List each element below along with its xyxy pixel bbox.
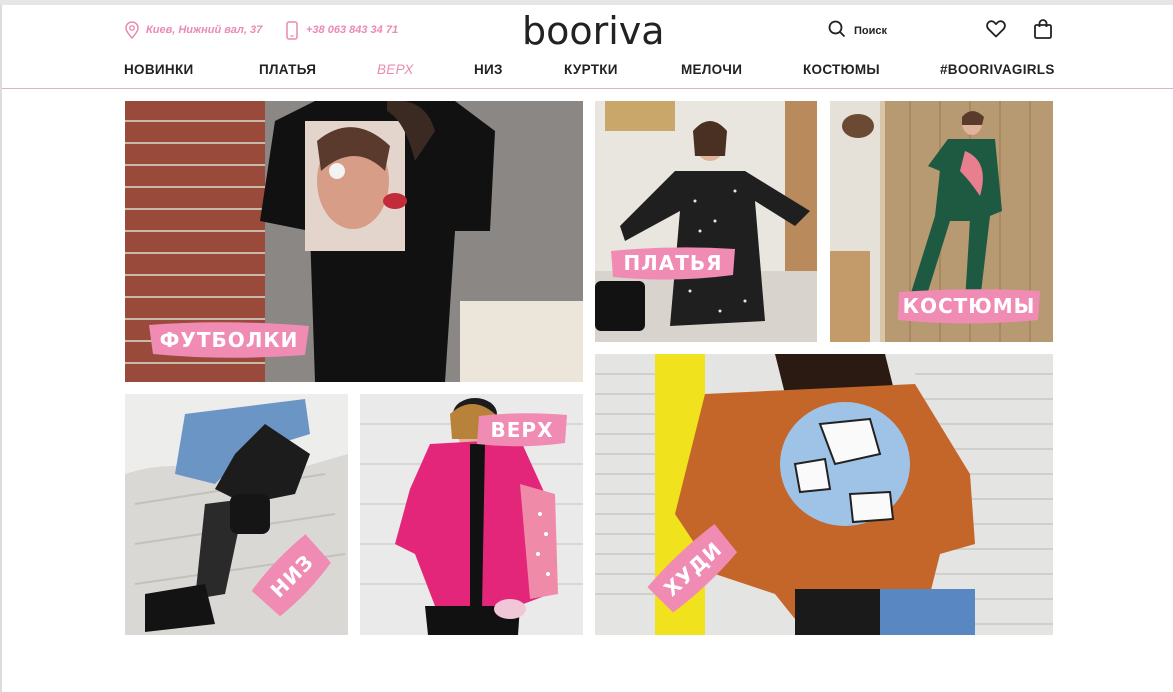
nav-item-new[interactable]: НОВИНКИ bbox=[124, 62, 194, 77]
window-edge bbox=[0, 5, 2, 692]
location-pin-icon bbox=[124, 20, 140, 40]
nav-item-suits[interactable]: КОСТЮМЫ bbox=[803, 62, 880, 77]
nav-item-tops[interactable]: ВЕРХ bbox=[377, 62, 414, 77]
nav-item-jackets[interactable]: КУРТКИ bbox=[564, 62, 618, 77]
search-button[interactable]: Поиск bbox=[828, 20, 887, 41]
phone-icon bbox=[284, 20, 300, 40]
nav-item-boorivagirls[interactable]: #BOORIVAGIRLS bbox=[940, 62, 1055, 77]
heart-icon[interactable] bbox=[986, 19, 1006, 39]
brand-logo[interactable]: booriva bbox=[522, 9, 665, 53]
store-address[interactable]: Киев, Нижний вал, 37 bbox=[124, 20, 262, 40]
search-icon bbox=[828, 20, 846, 41]
nav-item-accessories[interactable]: МЕЛОЧИ bbox=[681, 62, 742, 77]
category-tile-suits[interactable]: КОСТЮМЫ bbox=[830, 101, 1053, 342]
header-divider bbox=[2, 88, 1173, 89]
category-tile-hoodies[interactable]: ХУДИ bbox=[595, 354, 1053, 635]
phone-text: +38 063 843 34 71 bbox=[306, 24, 399, 36]
main-nav: НОВИНКИ ПЛАТЬЯ ВЕРХ НИЗ КУРТКИ МЕЛОЧИ КО… bbox=[0, 62, 1173, 84]
address-text: Киев, Нижний вал, 37 bbox=[146, 24, 263, 36]
store-phone[interactable]: +38 063 843 34 71 bbox=[284, 20, 398, 40]
nav-item-dresses[interactable]: ПЛАТЬЯ bbox=[259, 62, 316, 77]
category-tile-bottoms[interactable]: НИЗ bbox=[125, 394, 348, 635]
dress-photo bbox=[595, 101, 817, 342]
search-label: Поиск bbox=[854, 24, 888, 37]
category-tile-tshirts[interactable]: ФУТБОЛКИ bbox=[125, 101, 583, 382]
site-header: Киев, Нижний вал, 37 +38 063 843 34 71 b… bbox=[0, 5, 1173, 89]
category-tile-dresses[interactable]: ПЛАТЬЯ bbox=[595, 101, 817, 342]
nav-item-bottoms[interactable]: НИЗ bbox=[474, 62, 503, 77]
category-tile-tops[interactable]: ВЕРХ bbox=[360, 394, 583, 635]
category-label-suits[interactable]: КОСТЮМЫ bbox=[894, 287, 1044, 325]
bottoms-photo bbox=[125, 394, 348, 635]
category-label-tshirts[interactable]: ФУТБОЛКИ bbox=[145, 321, 313, 359]
shopping-bag-icon[interactable] bbox=[1033, 18, 1053, 40]
category-label-dresses[interactable]: ПЛАТЬЯ bbox=[607, 245, 739, 281]
category-label-tops[interactable]: ВЕРХ bbox=[473, 411, 571, 449]
